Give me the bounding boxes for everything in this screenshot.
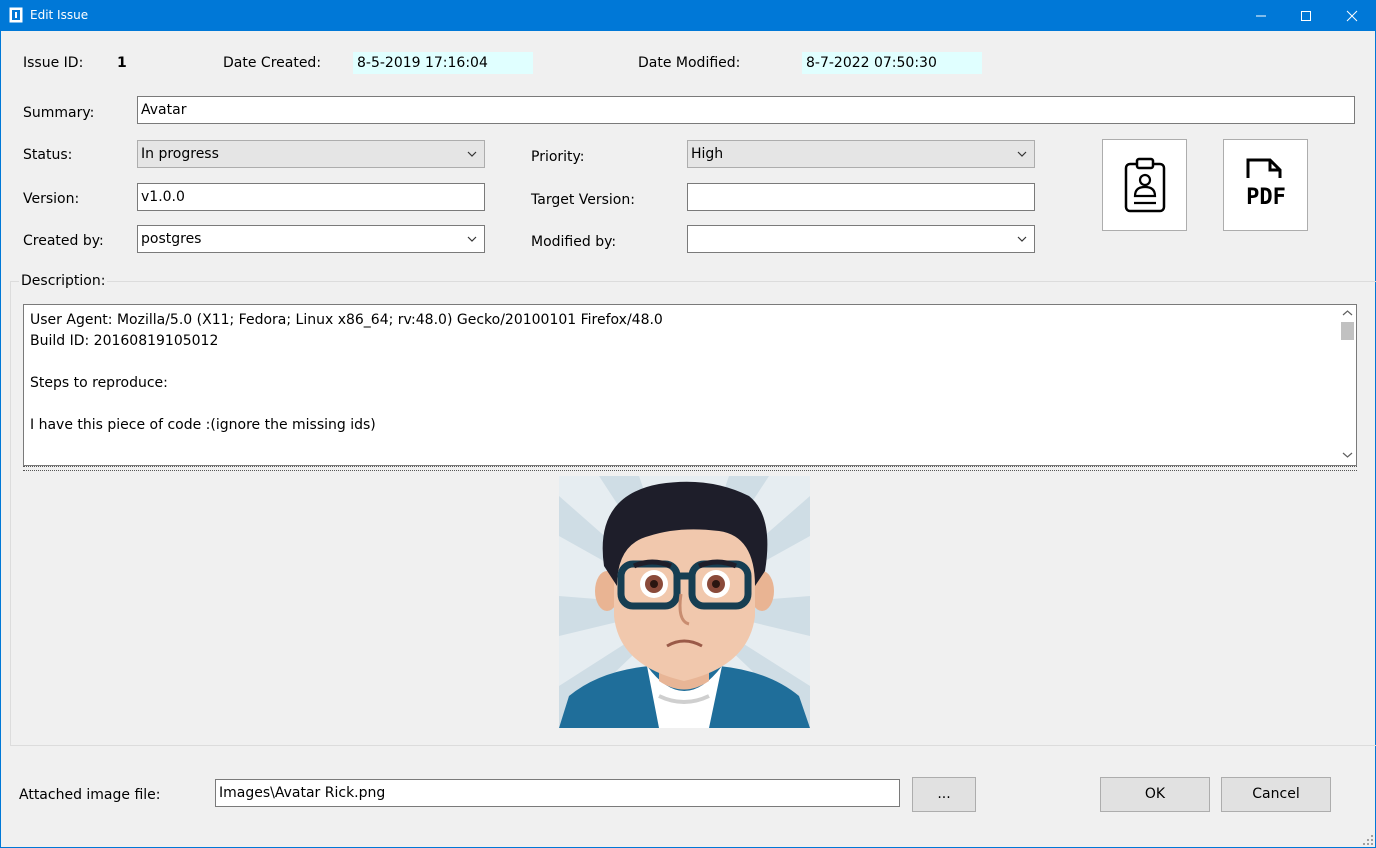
- description-label: Description:: [19, 273, 108, 289]
- attached-image-input[interactable]: Images\Avatar Rick.png: [215, 779, 900, 807]
- priority-select[interactable]: High: [687, 140, 1035, 168]
- close-icon: [1346, 10, 1358, 21]
- chevron-down-icon: [1017, 151, 1027, 157]
- status-select[interactable]: In progress: [137, 140, 485, 168]
- maximize-icon: [1301, 10, 1311, 21]
- attached-image-label: Attached image file:: [19, 787, 161, 803]
- clipboard-button[interactable]: [1102, 139, 1187, 231]
- splitter-handle[interactable]: [23, 466, 1357, 471]
- created-by-label: Created by:: [23, 233, 104, 249]
- chevron-down-icon: [467, 236, 477, 242]
- close-button[interactable]: [1329, 0, 1375, 31]
- resize-grip-icon[interactable]: [1362, 834, 1374, 846]
- description-text: User Agent: Mozilla/5.0 (X11; Fedora; Li…: [30, 312, 663, 433]
- cancel-button[interactable]: Cancel: [1221, 777, 1331, 812]
- version-label: Version:: [23, 191, 80, 207]
- description-scrollbar[interactable]: [1339, 305, 1356, 465]
- browse-button[interactable]: ...: [912, 777, 976, 812]
- maximize-button[interactable]: [1283, 0, 1329, 31]
- ok-button[interactable]: OK: [1100, 777, 1210, 812]
- description-textarea[interactable]: User Agent: Mozilla/5.0 (X11; Fedora; Li…: [23, 304, 1357, 466]
- minimize-button[interactable]: [1238, 0, 1284, 31]
- pdf-file-icon: PDF: [1246, 158, 1286, 210]
- chevron-down-icon: [1017, 236, 1027, 242]
- status-value: In progress: [141, 146, 219, 162]
- date-created-value: 8-5-2019 17:16:04: [353, 52, 533, 74]
- priority-label: Priority:: [531, 149, 585, 165]
- title-bar: Edit Issue: [0, 0, 1376, 31]
- created-by-value: postgres: [141, 231, 202, 247]
- chevron-down-icon: [467, 151, 477, 157]
- pdf-export-button[interactable]: PDF: [1223, 139, 1308, 231]
- modified-by-select[interactable]: [687, 225, 1035, 253]
- priority-value: High: [691, 146, 724, 162]
- status-label: Status:: [23, 147, 73, 163]
- scroll-down-icon[interactable]: [1342, 451, 1353, 459]
- window-title: Edit Issue: [30, 8, 89, 22]
- version-input[interactable]: v1.0.0: [137, 183, 485, 211]
- scroll-up-icon[interactable]: [1342, 309, 1353, 317]
- created-by-select[interactable]: postgres: [137, 225, 485, 253]
- minimize-icon: [1256, 15, 1266, 16]
- modified-by-label: Modified by:: [531, 234, 617, 250]
- summary-input[interactable]: Avatar: [137, 96, 1355, 124]
- date-modified-label: Date Modified:: [638, 55, 741, 71]
- issue-id-value: 1: [117, 55, 127, 71]
- target-version-input[interactable]: [687, 183, 1035, 211]
- scroll-thumb[interactable]: [1341, 322, 1354, 340]
- app-icon: [9, 7, 23, 23]
- target-version-label: Target Version:: [531, 192, 635, 208]
- pdf-icon-text: PDF: [1246, 185, 1286, 210]
- issue-id-label: Issue ID:: [23, 55, 84, 71]
- date-created-label: Date Created:: [223, 55, 322, 71]
- summary-label: Summary:: [23, 105, 95, 121]
- date-modified-value: 8-7-2022 07:50:30: [802, 52, 982, 74]
- clipboard-user-icon: [1124, 157, 1165, 213]
- avatar-image: [559, 476, 810, 728]
